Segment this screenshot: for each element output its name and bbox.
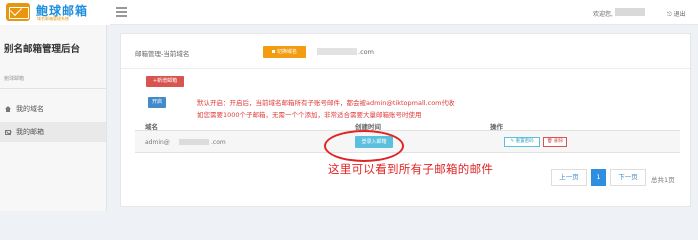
top-bar: 鲍球邮箱 域名邮箱管理系统 欢迎您, ⎋ 退出 [0,0,698,25]
logo-subtitle: 域名邮箱管理系统 [37,16,69,21]
enable-button[interactable]: 开启 [148,97,166,108]
panel-divider [121,68,690,69]
logout-label: 退出 [673,11,686,18]
sidebar-item-my-mailboxes[interactable]: 我的邮箱 [0,122,106,142]
delete-label: 删除 [554,139,564,144]
mailbox-user-redacted [179,139,209,145]
add-mailbox-button[interactable]: +新增邮箱 [146,76,184,87]
sidebar-section-label: 鲍球邮箱 [4,76,25,82]
reset-password-button[interactable]: ✎ 重置密码 [504,137,540,147]
pagination-next-button[interactable]: 下一页 [610,169,646,186]
pagination-prev-button[interactable]: 上一页 [551,169,587,186]
sidebar-item-label: 我的邮箱 [16,128,44,136]
logo[interactable]: 鲍球邮箱 域名邮箱管理系统 [0,0,110,25]
table-row: admin@ .com 登录入邮箱 ✎ 重置密码 🗑 删除 [135,131,680,153]
sidebar-item-my-domains[interactable]: 我的域名 [0,99,106,119]
sidebar-divider [0,88,106,89]
mail-icon [5,130,11,135]
mailbox-user-suffix: .com [211,139,226,146]
breadcrumb: 邮箱管理-当前域名 [135,50,190,58]
annotation-text: 这里可以看到所有子邮箱的邮件 [328,162,494,176]
username-redacted [615,8,645,16]
sidebar-item-label: 我的域名 [16,105,44,113]
menu-toggle-icon[interactable] [116,7,127,17]
welcome-text: 欢迎您, [593,11,613,18]
info-note-line2: 如您需要1000个子邮箱，无需一个个添加，非常适合需要大量邮箱账号时使用 [197,111,422,119]
reset-password-label: 重置密码 [515,139,534,144]
envelope-logo-icon [6,3,30,21]
home-icon [5,106,11,112]
domain-suffix: .com [358,48,374,56]
highlight-circle [324,130,404,162]
delete-button[interactable]: 🗑 删除 [543,137,567,147]
pagination-total: 总共1页 [651,176,675,184]
switch-domain-button[interactable]: 切换域名 [263,46,306,58]
sidebar: 别名邮箱管理后台 鲍球邮箱 我的域名 我的邮箱 [0,25,107,211]
sidebar-title: 别名邮箱管理后台 [4,44,81,55]
info-note-line1: 默认开启：开启后，当前域名邮箱所有子账号邮件，都会被admin@tiktopma… [197,99,455,107]
logout-link[interactable]: ⎋ 退出 [667,9,686,19]
domain-redacted [317,48,357,55]
pagination-current-page[interactable]: 1 [591,169,606,186]
mailbox-user: admin@ [145,139,170,146]
